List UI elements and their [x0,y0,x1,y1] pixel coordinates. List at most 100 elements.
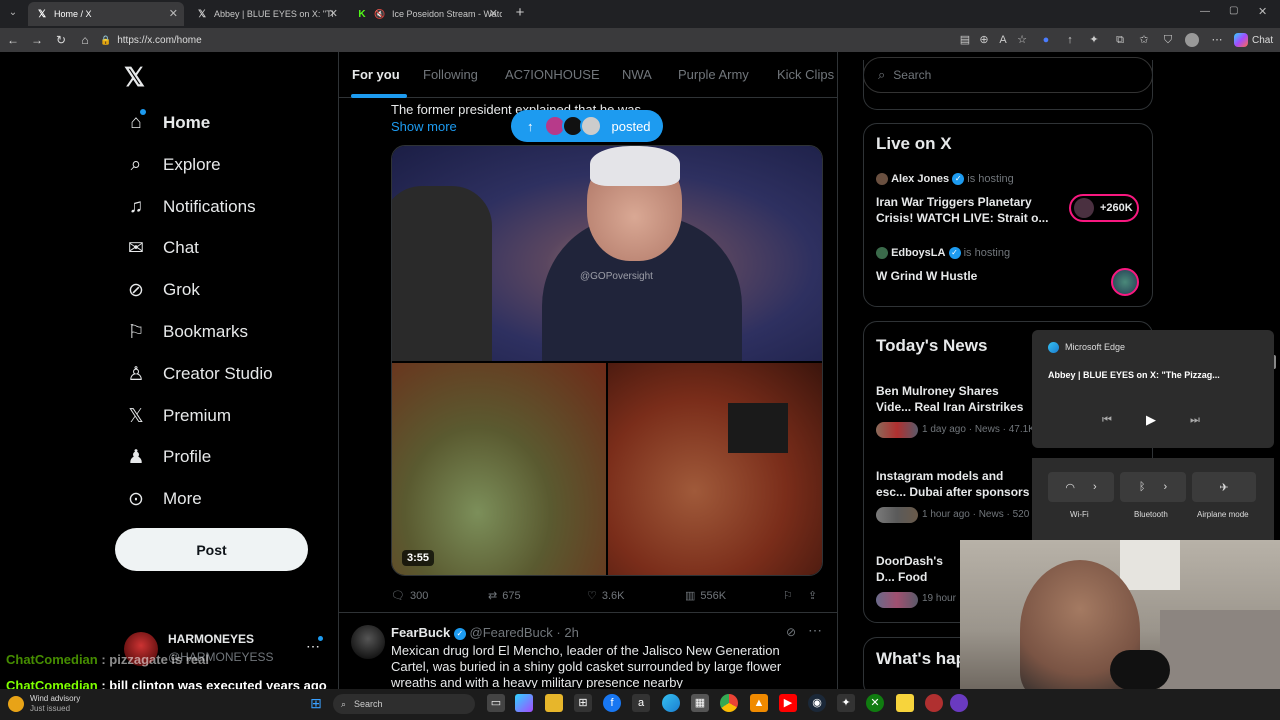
new-posts-pill[interactable]: ↑ posted [511,110,663,142]
live-avatar-ring[interactable] [1111,268,1139,296]
post-time[interactable]: 2h [564,625,578,640]
post-button[interactable]: Post [115,528,308,571]
grok-post-icon[interactable]: ⊘ [786,625,796,639]
sticky-notes-icon[interactable] [896,694,914,712]
copilot-button[interactable]: Chat [1234,32,1273,48]
post-media[interactable]: @GOPoversight 3:55 [391,145,823,576]
refresh-icon[interactable]: ↻ [53,32,69,48]
muted-speaker-icon[interactable]: 🔇 [374,8,386,20]
store-icon[interactable]: ⊞ [574,694,592,712]
live-title-text[interactable]: Iran War Triggers Planetary Crisis! WATC… [876,194,1061,226]
close-window-button[interactable]: ✕ [1258,5,1267,18]
live-host-row[interactable]: Alex Jones ✓ is hosting [876,173,1014,186]
tab-for-you[interactable]: For you [352,67,400,82]
tab-nwa[interactable]: NWA [622,67,652,82]
repost-button[interactable]: ⇄ 675 [488,589,521,603]
back-icon[interactable]: ← [5,32,21,48]
tab-kick-clips[interactable]: Kick Clips [777,67,834,82]
tab-ice-poseidon[interactable]: K 🔇 Ice Poseidon Stream - Watch ✕ [348,2,504,26]
chrome-icon[interactable] [720,694,738,712]
sidebar-item-grok[interactable]: ⊘ Grok [120,273,200,307]
favorite-star-icon[interactable]: ☆ [1015,33,1029,47]
sidebar-item-profile[interactable]: ♟ Profile [120,440,211,474]
news-headline[interactable]: Ben Mulroney Shares Vide... Real Iran Ai… [876,383,1036,415]
x-logo-icon[interactable]: 𝕏 [124,62,145,93]
sidebar-item-explore[interactable]: ⌕ Explore [120,148,221,182]
live-host-row[interactable]: EdboysLA ✓ is hosting [876,247,1010,260]
sidebar-item-chat[interactable]: ✉ Chat [120,231,199,265]
task-view-icon[interactable]: ▭ [487,694,505,712]
bookmark-button[interactable]: ⚐ [783,589,793,602]
new-tab-button[interactable]: + [512,5,528,21]
minimize-button[interactable]: — [1200,6,1210,17]
profile-avatar[interactable] [1185,33,1199,47]
chevron-right-icon[interactable]: › [1163,481,1167,493]
wifi-toggle[interactable]: ◠ › [1048,472,1114,502]
file-explorer-icon[interactable] [545,694,563,712]
home-button-icon[interactable]: ⌂ [77,32,93,48]
bluetooth-toggle[interactable]: ᛒ › [1120,472,1186,502]
extension-icon[interactable]: ↑ [1063,33,1077,47]
sidebar-item-home[interactable]: ⌂ Home [120,106,210,140]
youtube-icon[interactable]: ▶ [779,694,797,712]
app-icon[interactable] [925,694,943,712]
split-screen-icon[interactable]: ⧉ [1113,33,1127,47]
taskbar-search[interactable]: ⌕ Search [333,694,475,714]
like-button[interactable]: ♡ 3.6K [587,589,625,603]
show-more-link[interactable]: Show more [391,119,457,134]
more-menu-icon[interactable]: ⋯ [1210,33,1224,47]
favorites-icon[interactable]: ✩ [1137,33,1151,47]
xbox-icon[interactable]: ✕ [866,694,884,712]
close-icon[interactable]: ✕ [489,7,498,20]
chevron-right-icon[interactable]: › [1093,481,1097,493]
start-button-icon[interactable]: ⊞ [307,694,325,712]
airplane-toggle[interactable]: ✈ [1192,472,1256,502]
previous-track-icon[interactable]: ⏮ [1102,414,1112,427]
steam-icon[interactable]: ◉ [808,694,826,712]
share-button[interactable]: ⇪ [808,589,817,602]
tab-list-chevron-icon[interactable]: ⌄ [6,7,20,21]
amazon-icon[interactable]: a [632,694,650,712]
tab-following[interactable]: Following [423,67,478,82]
facebook-icon[interactable]: f [603,694,621,712]
play-icon[interactable]: ▶ [1146,412,1156,428]
sidebar-item-more[interactable]: ⊙ More [120,482,202,516]
zoom-icon[interactable]: ⊕ [977,33,991,47]
news-headline[interactable]: Instagram models and esc... Dubai after … [876,468,1036,500]
copilot-app-icon[interactable] [515,694,533,712]
vlc-icon[interactable]: ▲ [750,694,768,712]
close-icon[interactable]: ✕ [329,7,338,20]
tab-purple-army[interactable]: Purple Army [678,67,749,82]
restore-button[interactable]: ▢ [1229,5,1238,16]
news-headline[interactable]: DoorDash's D... Food Deliverie... [876,553,960,585]
live-listener-pill[interactable]: +260K [1069,194,1139,222]
live-title-text[interactable]: W Grind W Hustle [876,269,977,283]
reply-button[interactable]: 🗨 300 [391,589,428,603]
sidebar-item-bookmarks[interactable]: ⚐ Bookmarks [120,315,248,349]
tab-home-x[interactable]: 𝕏 Home / X ✕ [28,2,184,26]
app-icon[interactable]: ✦ [837,694,855,712]
reading-view-icon[interactable]: ▤ [958,33,972,47]
next-track-icon[interactable]: ⏭ [1190,414,1200,427]
tab-abbey[interactable]: 𝕏 Abbey | BLUE EYES on X: "The Pizzag ✕ [188,2,344,26]
weather-widget[interactable]: Wind advisory Just issued [8,692,80,716]
read-aloud-icon[interactable]: A [996,33,1010,47]
sidebar-item-notifications[interactable]: ♫ Notifications [120,190,256,224]
close-icon[interactable]: ✕ [169,7,178,20]
views-button[interactable]: ▥ 556K [685,589,726,603]
calculator-icon[interactable]: ▦ [691,694,709,712]
avatar[interactable] [351,625,385,659]
forward-icon[interactable]: → [29,32,45,48]
tab-ac7ionhouse[interactable]: AC7IONHOUSE [505,67,600,82]
more-dots-icon[interactable]: ⋯ [808,622,822,639]
extension-icon[interactable]: ● [1039,33,1053,47]
sidebar-item-creator-studio[interactable]: ♙ Creator Studio [120,357,272,391]
extensions-puzzle-icon[interactable]: ✦ [1087,33,1101,47]
url-field[interactable]: 🔒 https://x.com/home [100,31,930,49]
shield-icon[interactable]: ⛉ [1161,33,1175,47]
app-icon[interactable] [950,694,968,712]
author-handle[interactable]: @FearedBuck [470,625,553,640]
author-name[interactable]: FearBuck [391,625,450,640]
sidebar-item-premium[interactable]: 𝕏 Premium [120,399,231,433]
edge-icon[interactable] [662,694,680,712]
